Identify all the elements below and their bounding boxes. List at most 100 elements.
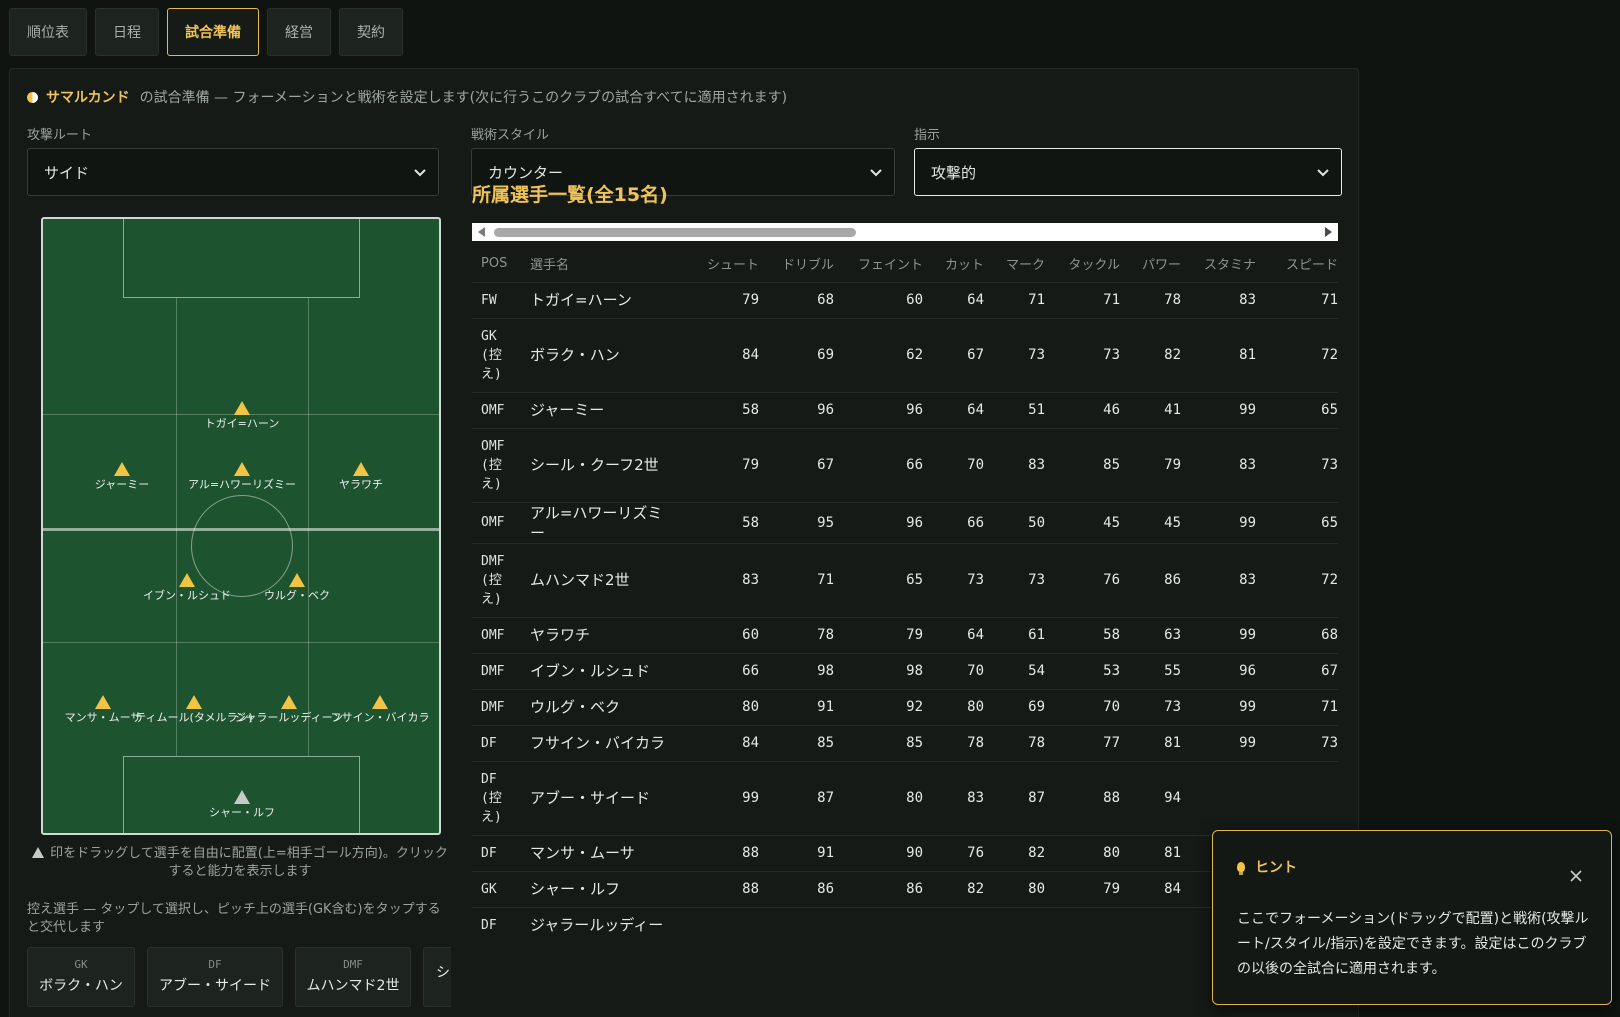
tab-contracts[interactable]: 契約 <box>339 8 403 56</box>
player-marker[interactable]: フサイン・バイカラ <box>300 695 439 724</box>
stat-cell: 87 <box>984 760 1045 835</box>
stat-cell: 73 <box>984 317 1045 392</box>
table-row[interactable]: DF フサイン・バイカラ 84 85 85 78 78 77 81 99 73 <box>472 724 1338 761</box>
col-header[interactable]: 選手名 <box>530 246 680 282</box>
col-header[interactable]: パワー <box>1120 246 1181 282</box>
sub-card[interactable]: シー <box>423 947 451 1007</box>
player-name[interactable]: ムハンマド2世 <box>530 542 680 617</box>
player-name[interactable]: トガイ=ハーン <box>530 281 680 318</box>
player-name[interactable]: イブン・ルシュド <box>530 652 680 689</box>
table-row[interactable]: DMF ウルグ・ベク 80 91 92 80 69 70 73 99 71 <box>472 688 1338 725</box>
instruction-select[interactable]: 攻撃的 <box>914 148 1342 196</box>
table-row[interactable]: FW トガイ=ハーン 79 68 60 64 71 71 78 83 71 <box>472 281 1338 318</box>
table-row[interactable]: GK (控 え) ボラク・ハン 84 69 62 67 73 73 82 81 72 <box>472 317 1338 392</box>
col-header[interactable]: タックル <box>1045 246 1120 282</box>
player-name[interactable]: アブー・サイード <box>530 760 680 835</box>
sub-card[interactable]: GK ボラク・ハン <box>27 947 135 1007</box>
player-triangle-icon <box>289 573 305 587</box>
player-name[interactable]: ヤラワチ <box>530 616 680 653</box>
stat-cell <box>759 906 834 943</box>
col-header[interactable]: ドリブル <box>759 246 834 282</box>
table-row[interactable]: OMF (控 え) シール・クーフ2世 79 67 66 70 83 85 79 83 73 <box>472 427 1338 502</box>
player-name[interactable]: ジャーミー <box>530 391 680 428</box>
tab-management[interactable]: 経営 <box>267 8 331 56</box>
stat-cell: 91 <box>759 834 834 871</box>
stat-cell: 58 <box>680 391 759 428</box>
tactic-style-label: 戦術スタイル <box>471 128 550 143</box>
stat-cell: 96 <box>834 501 923 543</box>
sub-card[interactable]: DF アブー・サイード <box>147 947 283 1007</box>
table-row[interactable]: DMF (控 え) ムハンマド2世 83 71 65 73 73 76 86 83 72 <box>472 542 1338 617</box>
formation-pitch[interactable]: トガイ=ハーン ジャーミー アル=ハワーリズミー ヤラワチ イブン・ルシュド ウ… <box>41 217 441 835</box>
player-name[interactable]: マンサ・ムーサ <box>530 834 680 871</box>
player-name[interactable]: シール・クーフ2世 <box>530 427 680 502</box>
hint-title-text: ヒント <box>1255 860 1297 876</box>
roster-horizontal-scrollbar[interactable] <box>472 223 1338 241</box>
tab-standings[interactable]: 順位表 <box>9 8 87 56</box>
col-header[interactable]: シュート <box>680 246 759 282</box>
col-header[interactable]: フェイント <box>834 246 923 282</box>
tab-match-prep[interactable]: 試合準備 <box>167 8 259 56</box>
col-header[interactable]: スタミナ <box>1181 246 1256 282</box>
stat-cell: 80 <box>923 688 984 725</box>
intro-line: サマルカンド の試合準備 — フォーメーションと戦術を設定します(次に行うこのク… <box>27 87 787 107</box>
stat-cell: 64 <box>923 281 984 318</box>
stat-cell: 79 <box>680 281 759 318</box>
table-row[interactable]: OMF ヤラワチ 60 78 79 64 61 58 63 99 68 <box>472 616 1338 653</box>
goalkeeper-marker[interactable]: シャー・ルフ <box>162 790 322 819</box>
scroll-right-icon[interactable] <box>1325 227 1332 237</box>
table-row[interactable]: OMF ジャーミー 58 96 96 64 51 46 41 99 65 <box>472 391 1338 428</box>
instruction-value: 攻撃的 <box>931 163 977 182</box>
stat-cell: 66 <box>834 427 923 502</box>
table-row[interactable]: OMF アル=ハワーリズミー 58 95 96 66 50 45 45 99 65 <box>472 501 1338 543</box>
stat-cell: 51 <box>984 391 1045 428</box>
stat-cell: 84 <box>680 724 759 761</box>
tab-schedule[interactable]: 日程 <box>95 8 159 56</box>
stat-cell: 83 <box>680 542 759 617</box>
stat-cell: 72 <box>1256 542 1338 617</box>
stat-cell: 65 <box>834 542 923 617</box>
col-header[interactable]: マーク <box>984 246 1045 282</box>
player-position: DF (控 え) <box>472 760 530 835</box>
scrollbar-thumb[interactable] <box>494 228 856 237</box>
chevron-down-icon <box>1317 169 1329 177</box>
sub-card[interactable]: DMF ムハンマド2世 <box>295 947 411 1007</box>
stat-cell: 99 <box>1181 724 1256 761</box>
stat-cell: 71 <box>984 281 1045 318</box>
attack-route-select[interactable]: サイド <box>27 148 439 196</box>
stat-cell: 68 <box>1256 616 1338 653</box>
stat-cell: 67 <box>1256 652 1338 689</box>
stat-cell: 67 <box>759 427 834 502</box>
pitch-lane-line <box>176 298 177 756</box>
stat-cell: 78 <box>923 724 984 761</box>
stat-cell: 91 <box>759 688 834 725</box>
player-name[interactable]: フサイン・バイカラ <box>530 724 680 761</box>
scroll-left-icon[interactable] <box>478 227 485 237</box>
player-name[interactable]: ボラク・ハン <box>530 317 680 392</box>
player-marker[interactable]: ヤラワチ <box>281 462 439 491</box>
stat-cell: 85 <box>834 724 923 761</box>
player-position: OMF <box>472 616 530 653</box>
player-name[interactable]: シャー・ルフ <box>530 870 680 907</box>
table-row[interactable]: DF マンサ・ムーサ 88 91 90 76 82 80 81 <box>472 834 1338 871</box>
player-name[interactable]: ウルグ・ベク <box>530 688 680 725</box>
close-icon[interactable] <box>1569 869 1583 883</box>
table-row[interactable]: DF ジャラールッディー <box>472 906 1338 943</box>
chevron-down-icon <box>414 169 426 177</box>
player-triangle-icon <box>234 790 250 804</box>
player-marker[interactable]: トガイ=ハーン <box>162 401 322 430</box>
player-name[interactable]: アル=ハワーリズミー <box>530 501 680 543</box>
hint-popup: ヒント ここでフォーメーション(ドラッグで配置)と戦術(攻撃ルート/スタイル/指… <box>1212 830 1612 1005</box>
player-name[interactable]: ジャラールッディー <box>530 906 680 943</box>
stat-cell: 65 <box>1256 391 1338 428</box>
stat-cell: 98 <box>834 652 923 689</box>
player-triangle-icon <box>372 695 388 709</box>
col-header[interactable]: カット <box>923 246 984 282</box>
stat-cell: 67 <box>923 317 984 392</box>
col-header[interactable]: POS <box>472 246 530 282</box>
table-row[interactable]: DF (控 え) アブー・サイード 99 87 80 83 87 88 94 <box>472 760 1338 835</box>
col-header[interactable]: スピード <box>1256 246 1338 282</box>
table-row[interactable]: GK シャー・ルフ 88 86 86 82 80 79 84 <box>472 870 1338 907</box>
table-row[interactable]: DMF イブン・ルシュド 66 98 98 70 54 53 55 96 67 <box>472 652 1338 689</box>
player-marker[interactable]: ウルグ・ベク <box>217 573 377 602</box>
